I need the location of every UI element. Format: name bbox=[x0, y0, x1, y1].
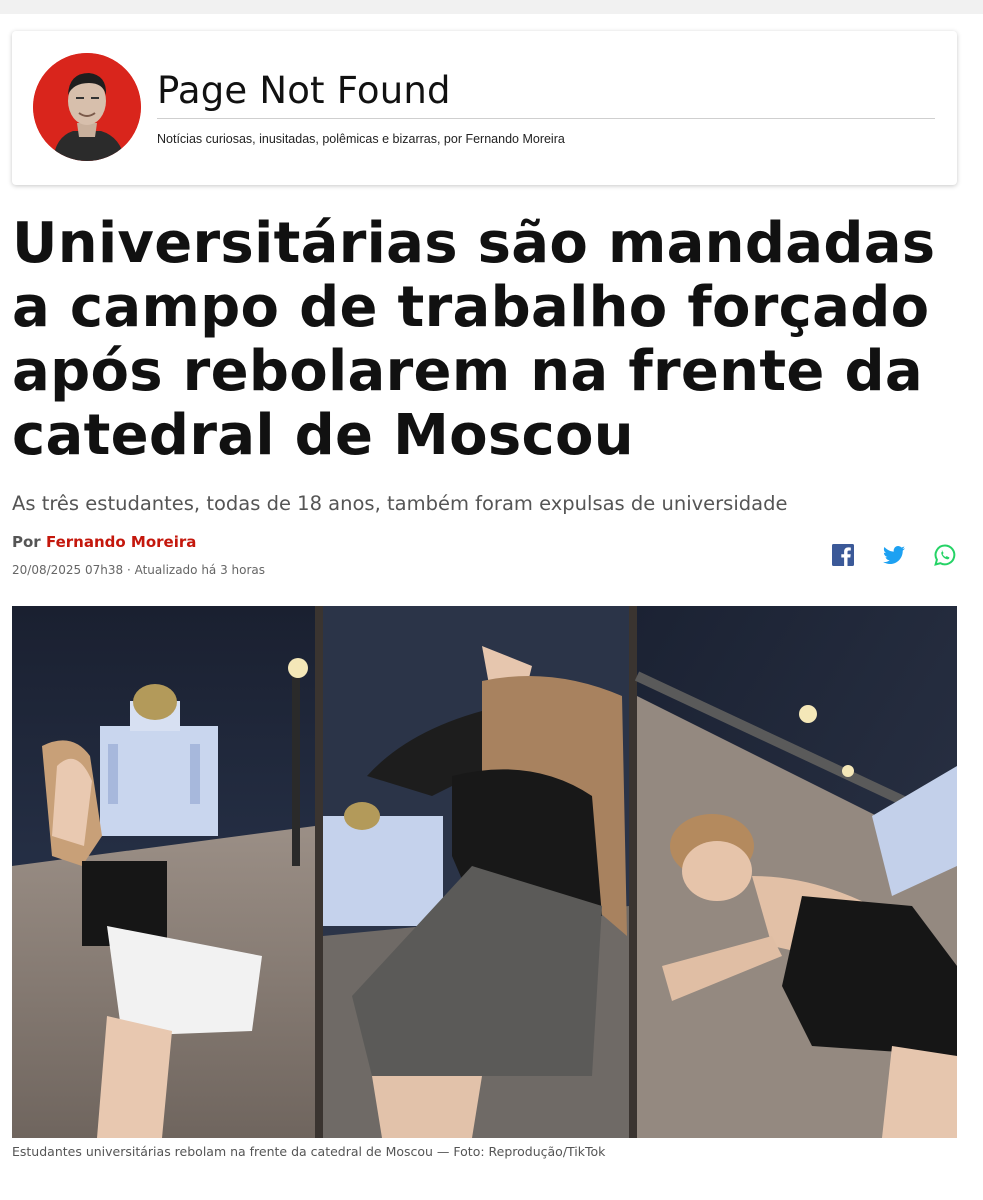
byline: Por Fernando Moreira bbox=[12, 533, 196, 551]
photo-panel-1 bbox=[12, 606, 315, 1138]
blog-name[interactable]: Page Not Found bbox=[157, 69, 451, 112]
article-subtitle: As três estudantes, todas de 18 anos, ta… bbox=[12, 492, 788, 515]
blog-header-card: Page Not Found Notícias curiosas, inusit… bbox=[12, 31, 957, 185]
byline-prefix: Por bbox=[12, 533, 41, 551]
image-caption: Estudantes universitárias rebolam na fre… bbox=[12, 1144, 606, 1159]
photo-panel-2 bbox=[323, 606, 629, 1138]
blog-tagline: Notícias curiosas, inusitadas, polêmicas… bbox=[157, 132, 565, 146]
header-divider bbox=[157, 118, 935, 119]
article-hero-image[interactable] bbox=[12, 606, 957, 1138]
author-avatar[interactable] bbox=[33, 53, 141, 161]
twitter-icon[interactable] bbox=[882, 543, 906, 567]
facebook-icon[interactable] bbox=[831, 543, 855, 567]
photo-panel-3 bbox=[634, 606, 957, 1138]
top-strip bbox=[0, 0, 983, 14]
publish-date: 20/08/2025 07h38 · Atualizado há 3 horas bbox=[12, 563, 266, 577]
author-link[interactable]: Fernando Moreira bbox=[46, 533, 196, 551]
whatsapp-icon[interactable] bbox=[933, 543, 957, 567]
article-headline: Universitárias são mandadas a campo de t… bbox=[12, 211, 936, 468]
